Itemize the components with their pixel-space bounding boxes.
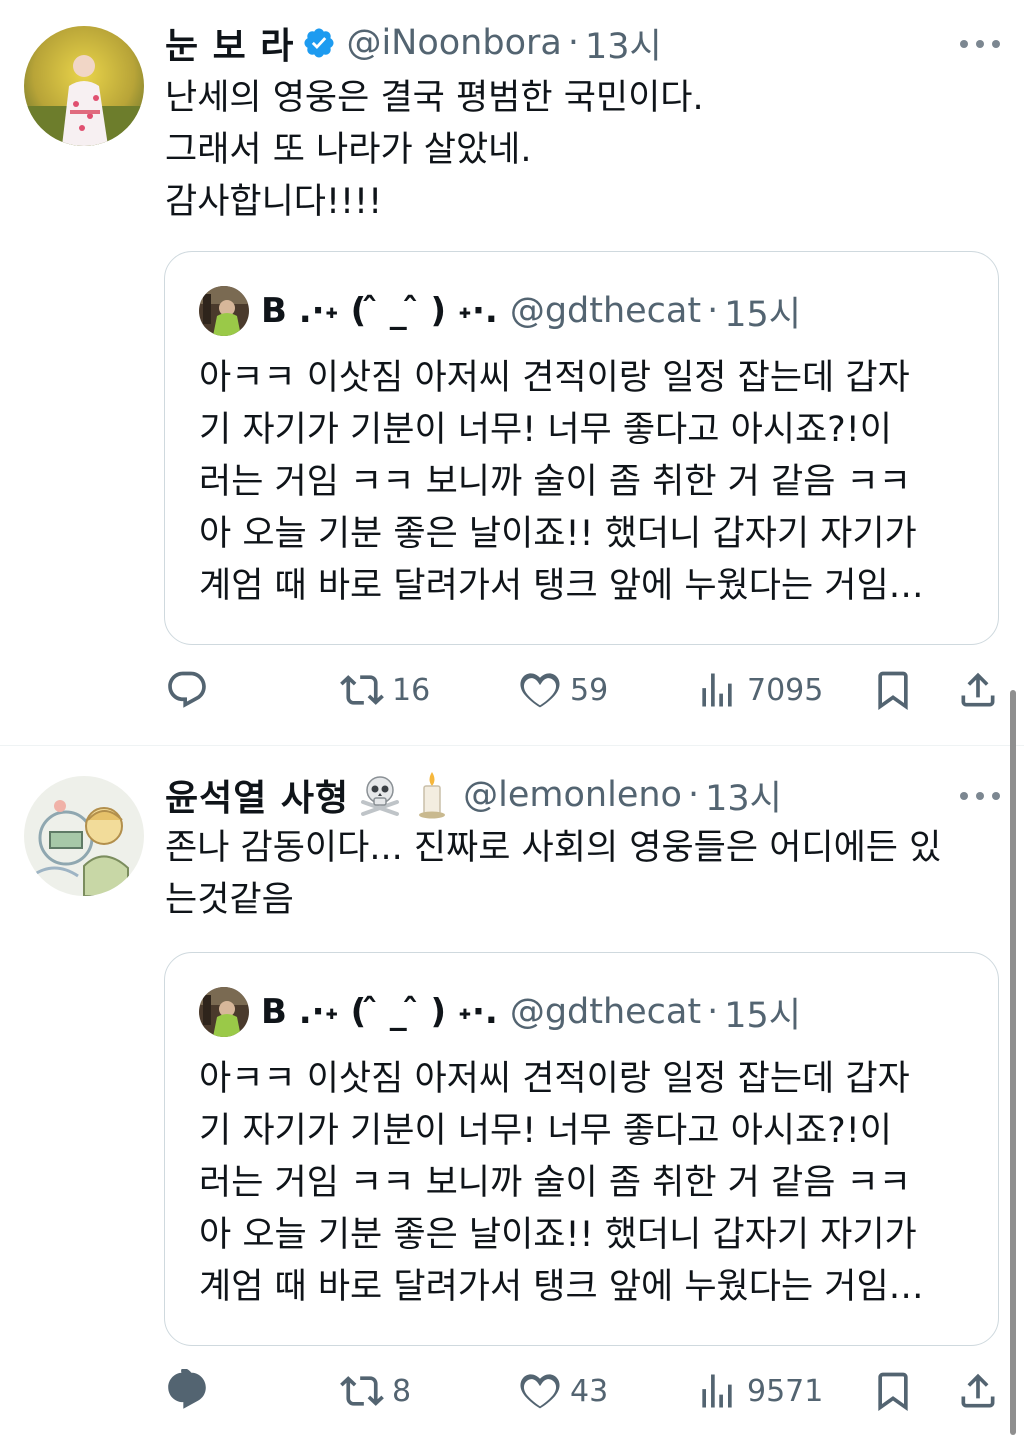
views-icon	[702, 673, 732, 707]
bookmark-icon	[878, 1372, 908, 1412]
more-icon[interactable]	[960, 34, 1000, 54]
tweet[interactable]: 눈 보 라 @iNoonbora · 13시 난세의 영웅은 결국 평범한 국민…	[0, 0, 1024, 745]
share-button[interactable]	[956, 1366, 1000, 1416]
retweet-button[interactable]: 16	[340, 665, 430, 715]
bookmark-button[interactable]	[871, 665, 915, 715]
avatar[interactable]	[24, 26, 144, 146]
view-count: 9571	[747, 1373, 824, 1409]
more-icon[interactable]	[960, 786, 1000, 806]
like-count: 59	[570, 672, 609, 708]
quote-text: 아ㅋㅋ 이삿짐 아저씨 견적이랑 일정 잡는데 갑자 기 자기가 기분이 너무!…	[199, 1059, 924, 1307]
separator-dot: ·	[567, 23, 579, 63]
reply-button[interactable]	[165, 1366, 209, 1416]
quoted-tweet[interactable]: B .⋅˖ ( ̂ _ ̂ ) ˖⋅. @gdthecat · 15시 아ㅋㅋ …	[164, 952, 999, 1346]
user-handle[interactable]: @iNoonbora	[346, 23, 561, 63]
quote-timestamp: 15시	[724, 294, 801, 335]
heart-icon	[520, 1374, 560, 1409]
quote-avatar	[199, 286, 249, 336]
quote-avatar	[199, 987, 249, 1037]
quote-header: B .⋅˖ ( ̂ _ ̂ ) ˖⋅. @gdthecat · 15시	[199, 986, 801, 1038]
quote-user-handle: @gdthecat	[509, 992, 702, 1032]
retweet-button[interactable]: 8	[340, 1366, 411, 1416]
tweet-header: 눈 보 라 @iNoonbora · 13시	[165, 18, 662, 68]
views-icon	[702, 1374, 732, 1408]
heart-icon	[520, 673, 560, 708]
display-name[interactable]: 눈 보 라	[165, 17, 294, 69]
retweet-count: 16	[392, 672, 431, 708]
action-bar: 16 59 7095	[165, 665, 1000, 715]
tweet-text: 존나 감동이다... 진짜로 사회의 영웅들은 어디에든 있 는것같음	[165, 828, 942, 920]
quote-user-handle: @gdthecat	[509, 291, 702, 331]
like-button[interactable]: 59	[518, 665, 608, 715]
avatar[interactable]	[24, 776, 144, 896]
bookmark-button[interactable]	[871, 1366, 915, 1416]
separator-dot: ·	[687, 775, 700, 815]
scrollbar[interactable]	[1010, 690, 1016, 1435]
retweet-icon	[340, 1376, 384, 1406]
display-name[interactable]: 윤석열 사형	[165, 769, 349, 821]
action-bar: 8 43 9571	[165, 1366, 1000, 1416]
retweet-count: 8	[392, 1373, 412, 1409]
quote-display-name: B .⋅˖ ( ̂ _ ̂ ) ˖⋅.	[261, 992, 498, 1032]
verified-badge-icon	[302, 26, 336, 60]
share-icon	[961, 1373, 995, 1408]
view-count: 7095	[747, 672, 824, 708]
quote-timestamp: 15시	[724, 995, 801, 1036]
views-button[interactable]: 7095	[695, 665, 823, 715]
quote-header: B .⋅˖ ( ̂ _ ̂ ) ˖⋅. @gdthecat · 15시	[199, 285, 801, 337]
share-icon	[961, 672, 995, 707]
like-count: 43	[570, 1373, 609, 1409]
quote-display-name: B .⋅˖ ( ̂ _ ̂ ) ˖⋅.	[261, 291, 498, 331]
timestamp[interactable]: 13시	[705, 770, 782, 821]
retweet-icon	[340, 675, 384, 705]
tweet[interactable]: 윤석열 사형 @lemonleno · 13시 존나 감동이다... 진짜로 사…	[0, 746, 1024, 1435]
timestamp[interactable]: 13시	[585, 18, 662, 69]
reply-button[interactable]	[165, 665, 209, 715]
quote-text: 아ㅋㅋ 이삿짐 아저씨 견적이랑 일정 잡는데 갑자 기 자기가 기분이 너무!…	[199, 358, 924, 606]
separator-dot: ·	[707, 992, 719, 1032]
separator-dot: ·	[707, 291, 719, 331]
tweet-header: 윤석열 사형 @lemonleno · 13시	[165, 770, 782, 820]
tweet-text: 난세의 영웅은 결국 평범한 국민이다. 그래서 또 나라가 살았네. 감사합니…	[165, 78, 704, 222]
user-handle[interactable]: @lemonleno	[463, 775, 682, 815]
skull-crossbones-icon	[357, 772, 403, 818]
reply-icon	[168, 1369, 206, 1409]
share-button[interactable]	[956, 665, 1000, 715]
candle-icon	[415, 770, 449, 820]
bookmark-icon	[878, 671, 908, 711]
like-button[interactable]: 43	[518, 1366, 608, 1416]
reply-icon	[168, 671, 206, 708]
views-button[interactable]: 9571	[695, 1366, 823, 1416]
quoted-tweet[interactable]: B .⋅˖ ( ̂ _ ̂ ) ˖⋅. @gdthecat · 15시 아ㅋㅋ …	[164, 251, 999, 645]
